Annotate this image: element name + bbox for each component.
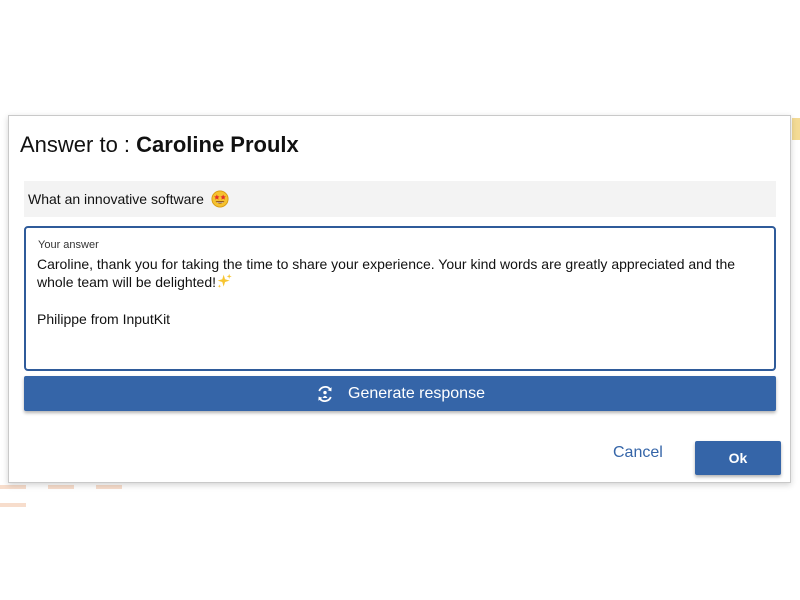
answer-body: Caroline, thank you for taking the time … — [37, 255, 757, 291]
answer-textarea[interactable]: Your answer Caroline, thank you for taki… — [24, 226, 776, 371]
dialog-title-prefix: Answer to : — [20, 132, 137, 157]
background-page-edge — [792, 118, 800, 140]
answer-signature: Philippe from InputKit — [37, 311, 171, 327]
cancel-button[interactable]: Cancel — [613, 444, 663, 462]
answer-body-text: Caroline, thank you for taking the time … — [37, 256, 736, 290]
ok-button-label: Ok — [728, 450, 748, 466]
generate-response-button[interactable]: Generate response — [24, 376, 776, 411]
sparkles-icon — [217, 273, 232, 288]
review-quote: What an innovative software — [24, 181, 776, 217]
star-struck-face-icon — [211, 190, 229, 208]
answer-text[interactable]: Caroline, thank you for taking the time … — [37, 255, 757, 328]
ai-generate-icon — [318, 385, 332, 402]
dialog-title: Answer to : Caroline Proulx — [20, 132, 299, 158]
reviewer-name: Caroline Proulx — [136, 132, 299, 157]
answer-dialog: Answer to : Caroline Proulx What an inno… — [8, 115, 791, 483]
review-text: What an innovative software — [28, 191, 204, 207]
answer-field-label: Your answer — [38, 239, 99, 251]
ok-button[interactable]: Ok — [695, 441, 781, 475]
generate-response-label: Generate response — [348, 384, 485, 402]
